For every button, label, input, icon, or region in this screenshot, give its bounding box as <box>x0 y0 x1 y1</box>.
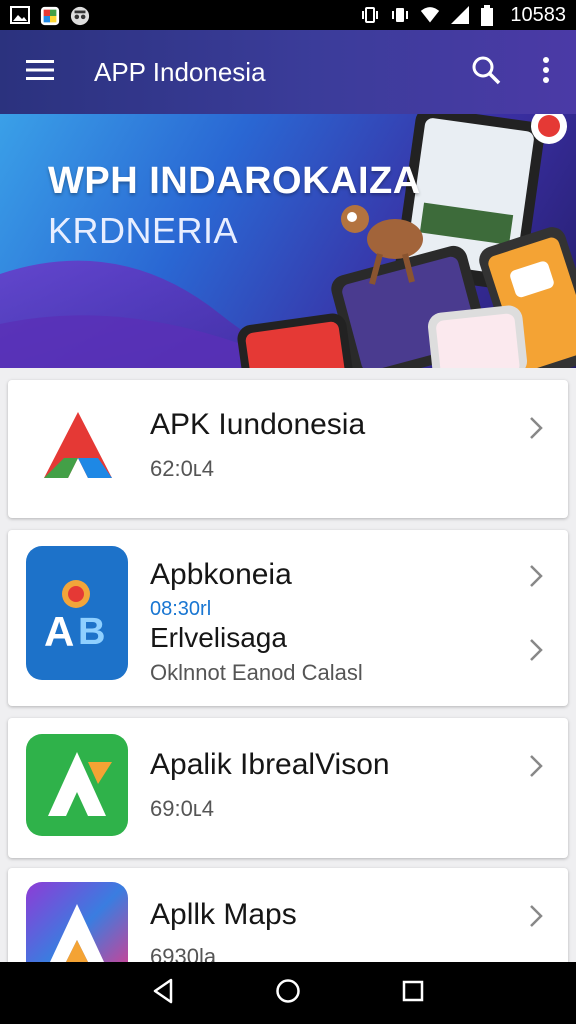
apk-logo-icon <box>28 400 128 500</box>
list-item-title: APK Iundonesia <box>150 408 366 441</box>
list-item-apbkoneia[interactable]: A B Apbkoneia 08:30rl Erlvelisaga Oklnno… <box>8 530 568 706</box>
battery-icon <box>480 5 500 26</box>
banner-subheadline: KRDNERIA <box>48 210 239 251</box>
search-button[interactable] <box>456 30 516 114</box>
svg-text:B: B <box>78 611 105 653</box>
list-item-title: Apllk Maps <box>150 898 297 931</box>
chevron-right-icon[interactable] <box>526 564 546 588</box>
hamburger-menu-icon <box>25 59 55 86</box>
more-vert-icon <box>542 56 550 89</box>
list-item-subtitle: 69:0ʟ4 <box>150 796 214 821</box>
status-bar: 10583 <box>0 0 576 30</box>
svg-text:A: A <box>44 608 74 655</box>
search-icon <box>471 55 501 90</box>
recents-button[interactable] <box>393 973 433 1013</box>
list-item-time: 08:30rl <box>150 598 212 620</box>
banner-headline: WPH INDAROKAIZA <box>48 160 421 202</box>
list-item-title: Apbkoneia <box>150 558 292 591</box>
chevron-right-icon <box>526 754 546 778</box>
photos-app-icon <box>40 5 60 26</box>
back-icon <box>151 978 175 1009</box>
app-bar: APP Indonesia <box>0 30 576 114</box>
phone-illustration-5 <box>427 305 528 368</box>
home-button[interactable] <box>268 973 308 1013</box>
chevron-right-icon <box>526 904 546 928</box>
signal-icon <box>450 5 470 25</box>
vibrate-icon <box>390 5 410 25</box>
home-icon <box>275 978 301 1009</box>
wifi-icon <box>420 5 440 25</box>
spy-icon <box>70 5 90 26</box>
promo-banner[interactable]: WPH INDAROKAIZA KRDNERIA <box>0 114 576 368</box>
recents-icon <box>401 979 425 1008</box>
image-icon <box>10 5 30 25</box>
app-title: APP Indonesia <box>94 56 266 87</box>
vibrate-icon <box>360 5 380 25</box>
list-item-subtitle: 62:0ʟ4 <box>150 456 214 481</box>
status-time: 10583 <box>510 3 566 26</box>
phone-illustration-4 <box>237 313 353 368</box>
chevron-right-icon[interactable] <box>526 638 546 662</box>
list-item-apk-indonesia[interactable]: APK Iundonesia 62:0ʟ4 <box>8 380 568 518</box>
chevron-right-icon <box>526 416 546 440</box>
list-item-title-secondary: Erlvelisaga <box>150 622 287 653</box>
list-item-title: Apalik IbrealVison <box>150 748 390 781</box>
list-item-apalik-ibrealvison[interactable]: Apalik IbrealVison 69:0ʟ4 <box>8 718 568 858</box>
green-a-app-icon <box>26 734 128 836</box>
system-nav-bar <box>0 962 576 1024</box>
back-button[interactable] <box>143 973 183 1013</box>
list-item-subtitle: Oklnnot Eanod Calasl <box>150 660 363 685</box>
menu-button[interactable] <box>0 30 80 114</box>
ab-app-icon: A B <box>26 546 128 680</box>
more-options-button[interactable] <box>516 30 576 114</box>
